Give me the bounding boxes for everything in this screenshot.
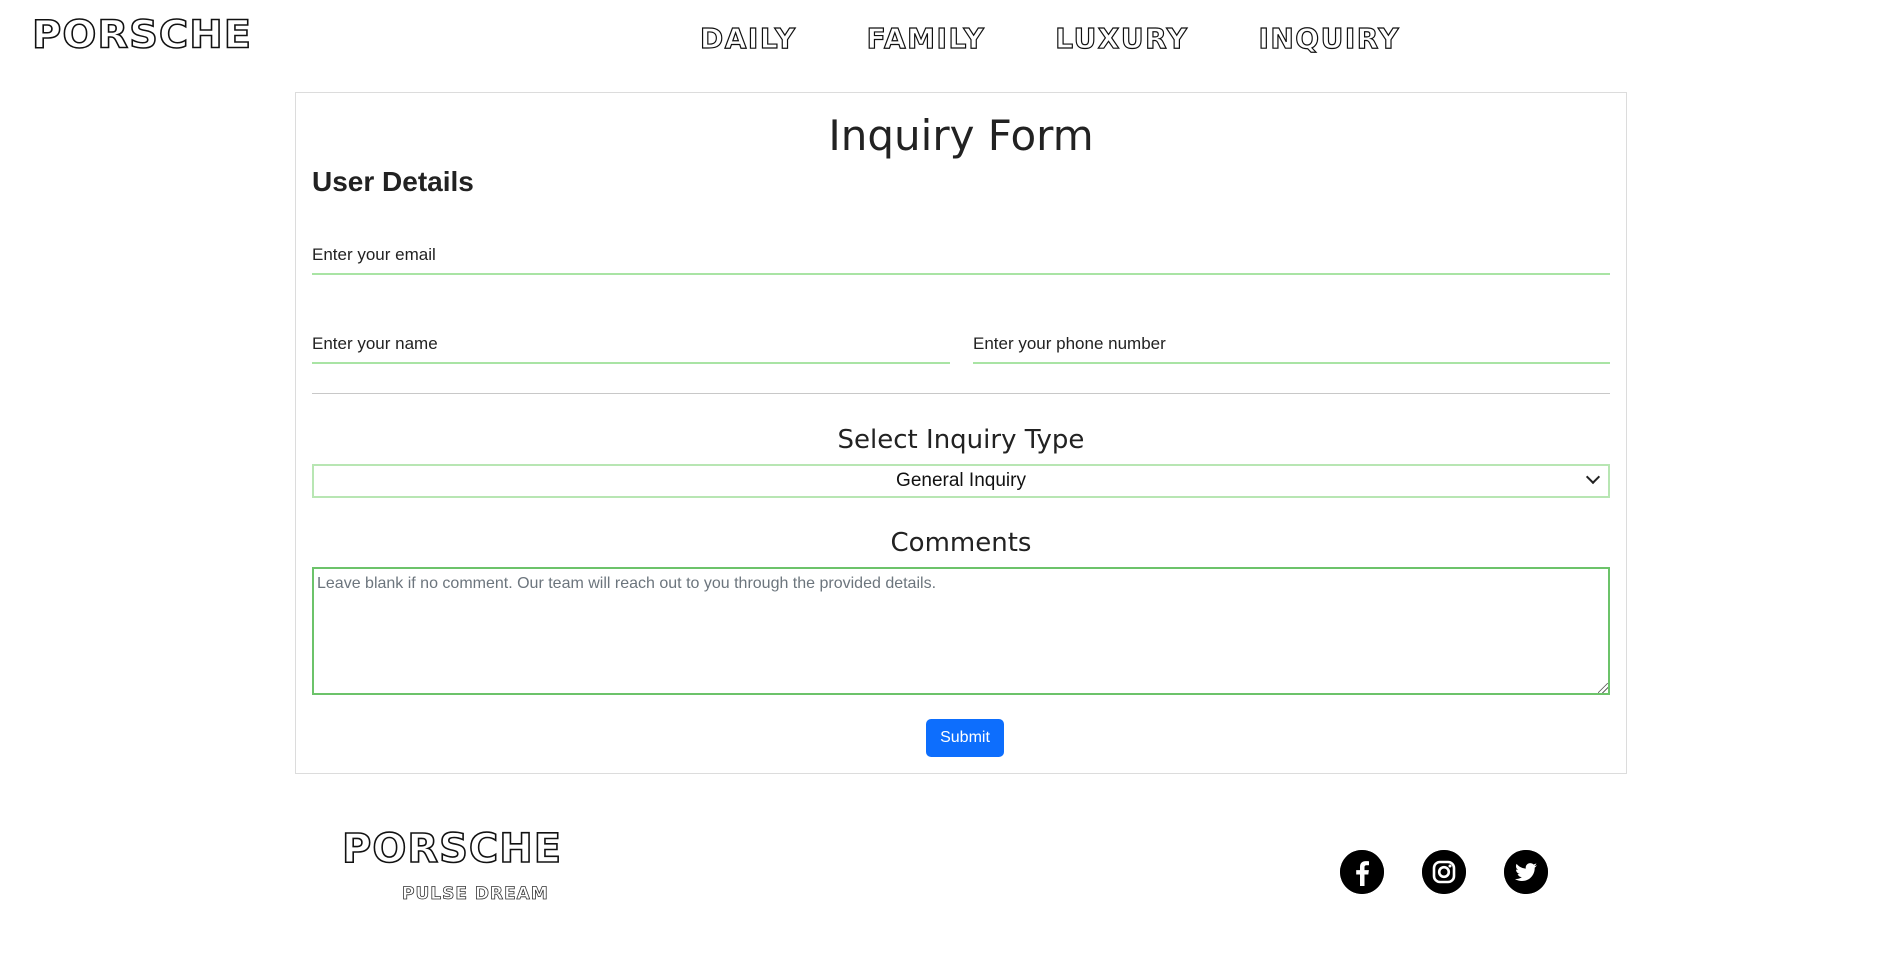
user-details-heading: User Details (312, 166, 474, 197)
submit-button[interactable]: Submit (926, 719, 1004, 757)
form-title: Inquiry Form (828, 111, 1094, 160)
social-links (1340, 850, 1548, 894)
twitter-icon[interactable] (1504, 850, 1548, 894)
resize-grip-icon[interactable] (1598, 683, 1608, 693)
brand-logo[interactable]: PORSCHE (31, 12, 252, 57)
name-field[interactable] (312, 326, 950, 364)
nav-inquiry[interactable]: INQUIRY (1258, 21, 1400, 55)
nav-luxury[interactable]: LUXURY (1055, 21, 1188, 55)
inquiry-type-selected-value: General Inquiry (896, 470, 1026, 491)
instagram-icon[interactable] (1422, 850, 1466, 894)
inquiry-form-card: Inquiry Form User Details Select Inquiry… (295, 92, 1627, 774)
comments-textarea[interactable] (312, 567, 1610, 695)
divider (312, 393, 1610, 394)
inquiry-type-label: Select Inquiry Type (837, 425, 1085, 455)
comments-label: Comments (890, 528, 1032, 558)
facebook-icon[interactable] (1340, 850, 1384, 894)
phone-field[interactable] (973, 326, 1610, 364)
inquiry-type-select[interactable]: General Inquiry (312, 464, 1610, 498)
chevron-down-icon (1585, 469, 1601, 485)
nav-family[interactable]: FAMILY (866, 21, 986, 55)
footer-logo[interactable]: PORSCHE (341, 825, 562, 873)
email-field[interactable] (312, 237, 1610, 275)
page: PORSCHE DAILY FAMILY LUXURY INQUIRY Inqu… (0, 0, 1901, 954)
nav-daily[interactable]: DAILY (699, 21, 797, 55)
main-nav: DAILY FAMILY LUXURY INQUIRY (699, 21, 1470, 55)
footer-tagline: PULSE DREAM (402, 884, 549, 905)
